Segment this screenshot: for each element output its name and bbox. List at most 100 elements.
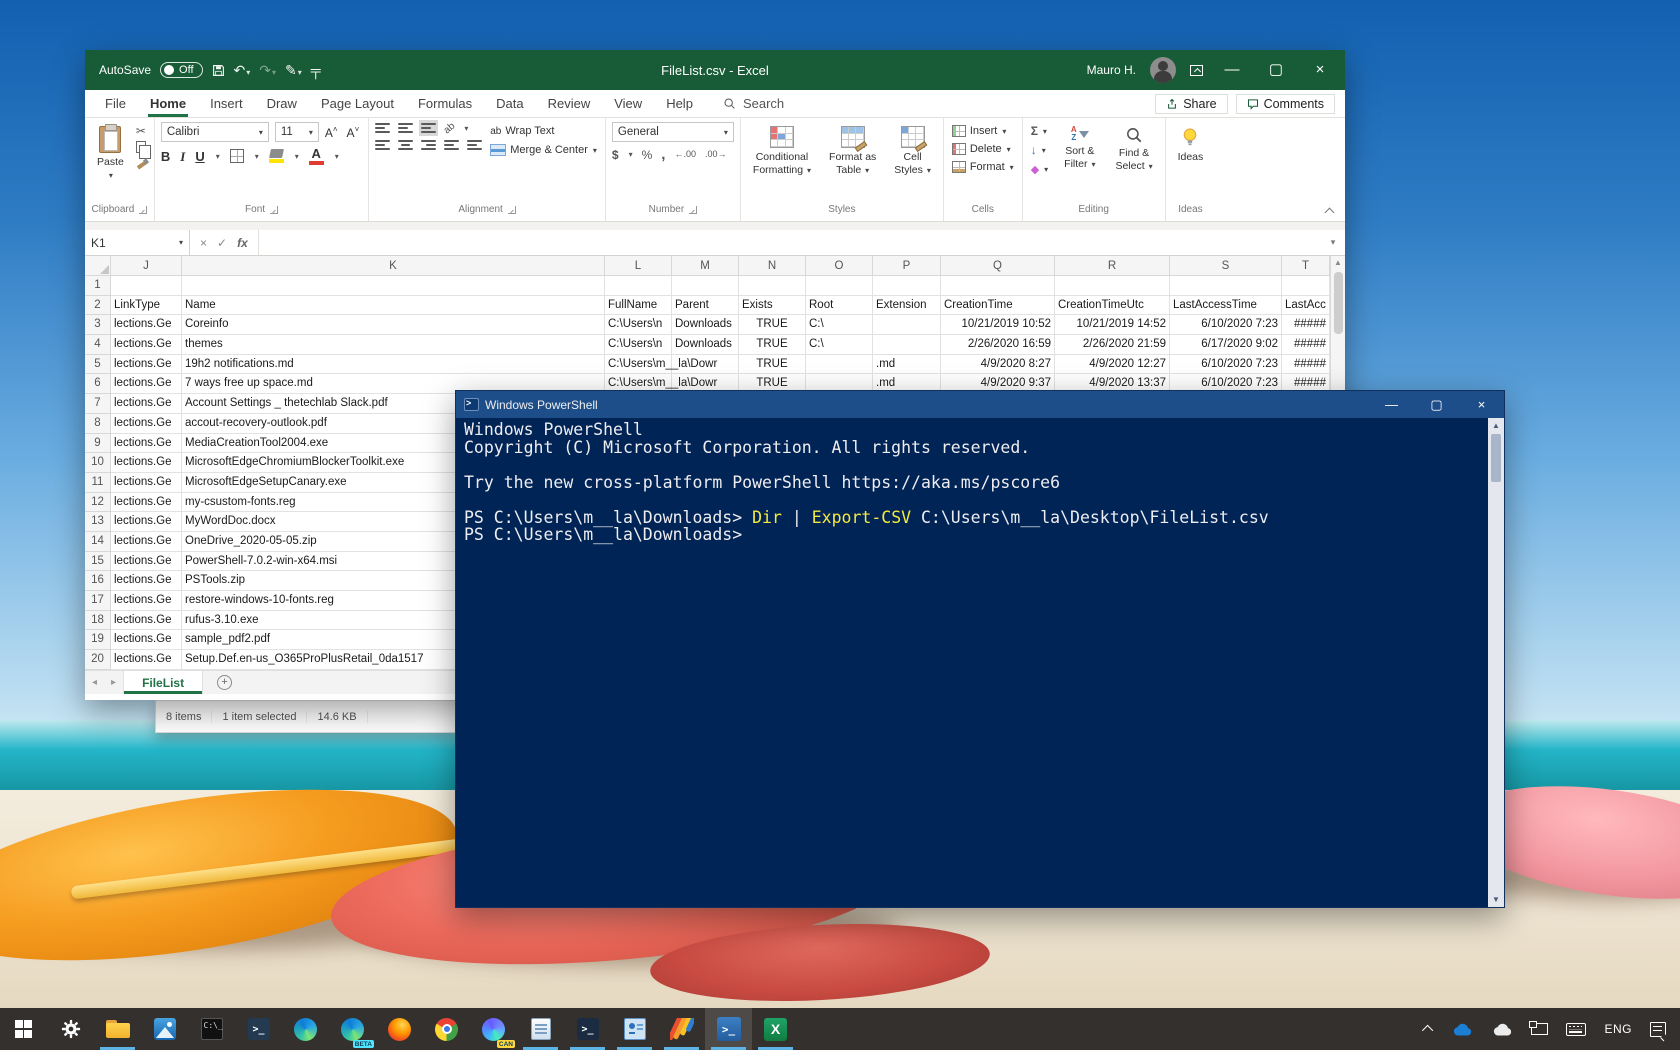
grid-cell-O1[interactable]: [806, 276, 873, 296]
find-select-button[interactable]: Find &Select ▾: [1109, 122, 1158, 177]
grid-cell-Q4[interactable]: 2/26/2020 16:59: [941, 335, 1055, 355]
grid-cell-J2[interactable]: LinkType: [111, 296, 182, 316]
touch-mode-icon[interactable]: ✎▾: [285, 63, 302, 77]
grid-cell-R5[interactable]: 4/9/2020 12:27: [1055, 355, 1170, 375]
grid-cell-J13[interactable]: lections.Ge: [111, 512, 182, 532]
percent-format-icon[interactable]: %: [642, 149, 653, 161]
taskbar-powershell-active[interactable]: >_: [705, 1008, 752, 1050]
powershell-titlebar[interactable]: Windows PowerShell — ▢ ×: [456, 391, 1504, 418]
column-header-M[interactable]: M: [672, 256, 739, 276]
row-header-4[interactable]: 4: [85, 335, 111, 355]
quick-access-toolbar[interactable]: AutoSave Off ↶▾ ↷▾ ✎▾ ╤: [85, 62, 321, 78]
grid-cell-J7[interactable]: lections.Ge: [111, 394, 182, 414]
middle-align-icon[interactable]: [398, 122, 413, 134]
share-button[interactable]: Share: [1155, 94, 1227, 114]
increase-decimal-icon[interactable]: ←.00: [674, 150, 696, 159]
grid-cell-J19[interactable]: lections.Ge: [111, 630, 182, 650]
customize-quick-access-icon[interactable]: ╤: [311, 63, 321, 77]
select-all-corner[interactable]: [85, 256, 111, 276]
grid-cell-K3[interactable]: Coreinfo: [182, 315, 605, 335]
grid-cell-P3[interactable]: [873, 315, 941, 335]
shrink-font-icon[interactable]: A˅: [347, 125, 363, 140]
delete-cells-button[interactable]: Delete▾: [950, 142, 1016, 156]
excel-titlebar[interactable]: FileList.csv - Excel AutoSave Off ↶▾ ↷▾ …: [85, 50, 1345, 90]
redo-icon[interactable]: ↷▾: [259, 63, 276, 77]
restore-button[interactable]: ▢: [1261, 50, 1291, 90]
row-header-13[interactable]: 13: [85, 512, 111, 532]
grid-cell-J5[interactable]: lections.Ge: [111, 355, 182, 375]
ps-maximize-button[interactable]: ▢: [1414, 392, 1459, 418]
ribbon-tab-review[interactable]: Review: [536, 91, 603, 117]
ps-scrollbar-thumb[interactable]: [1491, 434, 1501, 482]
currency-format-icon[interactable]: $: [612, 149, 619, 161]
column-header-S[interactable]: S: [1170, 256, 1282, 276]
row-header-17[interactable]: 17: [85, 591, 111, 611]
underline-button[interactable]: U: [195, 150, 204, 163]
ribbon-tab-home[interactable]: Home: [138, 91, 198, 117]
ribbon-tab-formulas[interactable]: Formulas: [406, 91, 484, 117]
account-user-name[interactable]: Mauro H.: [1087, 63, 1136, 77]
ribbon-display-options-icon[interactable]: [1190, 65, 1203, 76]
taskbar-photos[interactable]: [141, 1008, 188, 1050]
sheet-tab-filelist[interactable]: FileList: [123, 671, 203, 694]
grid-cell-N1[interactable]: [739, 276, 806, 296]
row-header-9[interactable]: 9: [85, 434, 111, 454]
grid-cell-S1[interactable]: [1170, 276, 1282, 296]
tray-network[interactable]: [1522, 1008, 1557, 1050]
grid-cell-J9[interactable]: lections.Ge: [111, 434, 182, 454]
ribbon-tab-insert[interactable]: Insert: [198, 91, 255, 117]
row-header-14[interactable]: 14: [85, 532, 111, 552]
grid-cell-S3[interactable]: 6/10/2020 7:23: [1170, 315, 1282, 335]
ribbon-tab-file[interactable]: File: [93, 91, 138, 117]
grid-cell-M3[interactable]: Downloads: [672, 315, 739, 335]
grid-cell-P4[interactable]: [873, 335, 941, 355]
console-output[interactable]: Windows PowerShellCopyright (C) Microsof…: [456, 418, 1488, 907]
grid-cell-S2[interactable]: LastAccessTime: [1170, 296, 1282, 316]
sort-filter-button[interactable]: AZ Sort &Filter ▾: [1058, 122, 1101, 175]
ribbon-search[interactable]: Search: [723, 96, 784, 111]
grid-cell-T3[interactable]: #####: [1282, 315, 1330, 335]
minimize-button[interactable]: —: [1217, 50, 1247, 90]
ribbon-tab-help[interactable]: Help: [654, 91, 705, 117]
cut-icon[interactable]: ✂: [136, 125, 148, 137]
autosum-button[interactable]: Σ▾: [1029, 124, 1050, 138]
taskbar-notepad[interactable]: [517, 1008, 564, 1050]
grid-cell-J8[interactable]: lections.Ge: [111, 414, 182, 434]
grid-cell-J12[interactable]: lections.Ge: [111, 493, 182, 513]
ribbon-tab-bar[interactable]: FileHomeInsertDrawPage LayoutFormulasDat…: [85, 90, 1345, 118]
grid-cell-J6[interactable]: lections.Ge: [111, 374, 182, 394]
column-header-O[interactable]: O: [806, 256, 873, 276]
ribbon[interactable]: Paste▾ ✂ Clipboard Calibri▾ 11▾ A˄ A˅: [85, 118, 1345, 222]
grid-cell-L4[interactable]: C:\Users\n: [605, 335, 672, 355]
copy-icon[interactable]: [136, 141, 146, 153]
cell-styles-button[interactable]: CellStyles ▾: [888, 122, 937, 181]
alignment-dialog-launcher-icon[interactable]: [508, 206, 516, 214]
tray-touch-keyboard[interactable]: [1557, 1008, 1595, 1050]
taskbar-edge[interactable]: [282, 1008, 329, 1050]
ps-scroll-up-icon[interactable]: ▲: [1492, 418, 1500, 433]
ps-scroll-down-icon[interactable]: ▼: [1492, 892, 1500, 907]
grid-cell-J4[interactable]: lections.Ge: [111, 335, 182, 355]
grid-cell-K1[interactable]: [182, 276, 605, 296]
number-format-select[interactable]: General▾: [612, 122, 734, 142]
new-sheet-icon[interactable]: +: [217, 675, 232, 690]
grid-cell-N5[interactable]: TRUE: [739, 355, 806, 375]
grid-cell-L2[interactable]: FullName: [605, 296, 672, 316]
taskbar-chrome[interactable]: [423, 1008, 470, 1050]
avatar[interactable]: [1150, 57, 1176, 83]
decrease-indent-icon[interactable]: [444, 139, 459, 151]
ribbon-tab-view[interactable]: View: [602, 91, 654, 117]
font-dialog-launcher-icon[interactable]: [270, 206, 278, 214]
align-center-icon[interactable]: [398, 139, 413, 151]
grid-cell-J14[interactable]: lections.Ge: [111, 532, 182, 552]
grid-cell-R1[interactable]: [1055, 276, 1170, 296]
row-header-20[interactable]: 20: [85, 650, 111, 670]
name-box[interactable]: K1▾: [85, 230, 190, 255]
expand-formula-bar-icon[interactable]: ▾: [1321, 230, 1345, 255]
tray-language[interactable]: ENG: [1595, 1008, 1641, 1050]
grid-cell-J11[interactable]: lections.Ge: [111, 473, 182, 493]
column-header-J[interactable]: J: [111, 256, 182, 276]
grid-cell-S4[interactable]: 6/17/2020 9:02: [1170, 335, 1282, 355]
row-header-6[interactable]: 6: [85, 374, 111, 394]
row-header-15[interactable]: 15: [85, 552, 111, 572]
